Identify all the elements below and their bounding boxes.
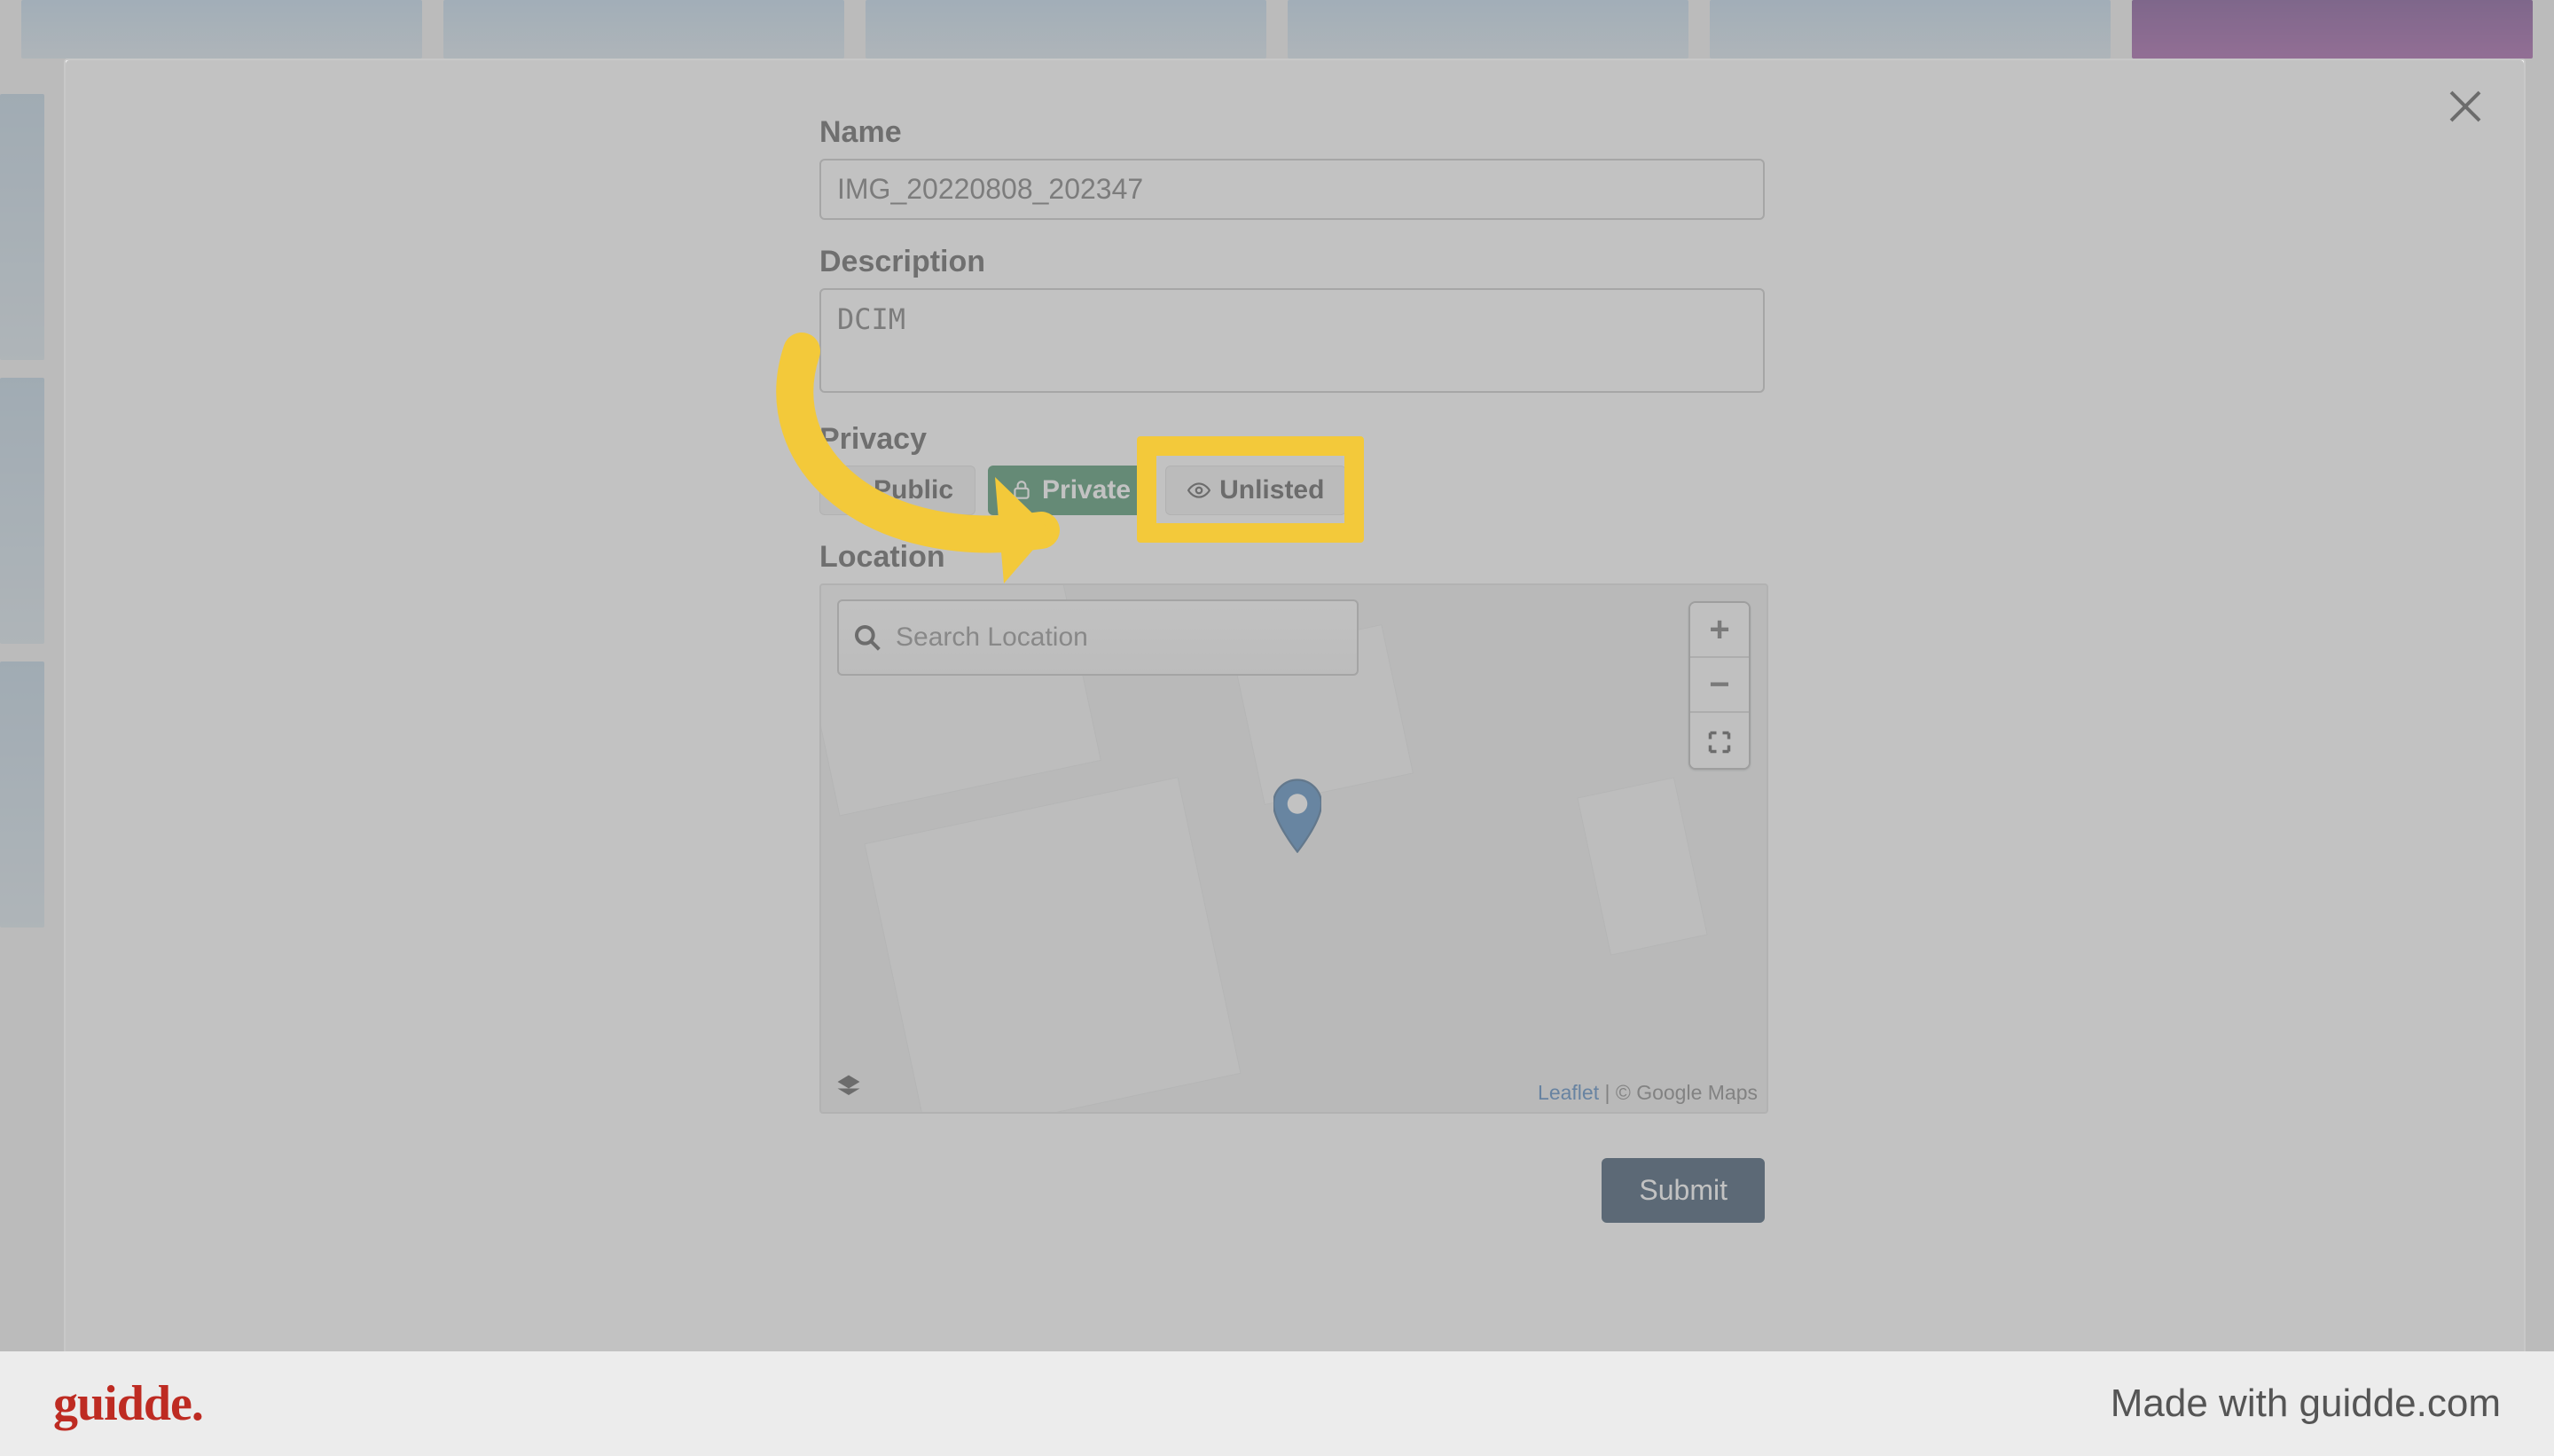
privacy-private[interactable]: Private bbox=[988, 466, 1153, 515]
name-group: Name bbox=[819, 115, 1765, 220]
close-button[interactable] bbox=[2444, 85, 2487, 132]
zoom-in-button[interactable]: + bbox=[1690, 603, 1749, 658]
made-with-text: Made with guidde.com bbox=[2111, 1382, 2501, 1426]
privacy-public[interactable]: Public bbox=[819, 466, 975, 515]
watermark-banner: guidde. Made with guidde.com bbox=[0, 1351, 2554, 1456]
map-attribution: Leaflet | © Google Maps bbox=[1538, 1081, 1758, 1105]
description-input[interactable]: DCIM bbox=[819, 288, 1765, 393]
map-pin-icon bbox=[1273, 779, 1321, 853]
map-search-input[interactable] bbox=[894, 622, 1343, 654]
submit-button[interactable]: Submit bbox=[1602, 1158, 1765, 1223]
search-icon bbox=[853, 623, 881, 652]
fullscreen-button[interactable] bbox=[1690, 713, 1749, 768]
close-icon bbox=[2444, 85, 2487, 128]
edit-dialog: Name Description DCIM Privacy Public bbox=[64, 59, 2526, 1362]
zoom-out-button[interactable]: − bbox=[1690, 658, 1749, 713]
lock-icon bbox=[1010, 479, 1033, 502]
map-zoom-controls: + − bbox=[1688, 601, 1751, 770]
fullscreen-icon bbox=[1707, 730, 1732, 755]
location-label: Location bbox=[819, 540, 1765, 575]
leaflet-link[interactable]: Leaflet bbox=[1538, 1081, 1599, 1104]
location-group: Location + − bbox=[819, 540, 1765, 1114]
name-label: Name bbox=[819, 115, 1765, 150]
privacy-private-label: Private bbox=[1042, 475, 1131, 505]
description-group: Description DCIM bbox=[819, 245, 1765, 397]
name-input[interactable] bbox=[819, 159, 1765, 220]
annotation-highlight bbox=[1137, 436, 1364, 543]
globe-icon bbox=[842, 479, 865, 502]
privacy-public-label: Public bbox=[874, 475, 953, 505]
layers-icon[interactable] bbox=[835, 1073, 862, 1100]
description-label: Description bbox=[819, 245, 1765, 279]
map-search[interactable] bbox=[837, 599, 1359, 676]
brand-logo: guidde. bbox=[53, 1375, 203, 1432]
map[interactable]: + − Leaflet | © Google Maps bbox=[819, 583, 1768, 1114]
